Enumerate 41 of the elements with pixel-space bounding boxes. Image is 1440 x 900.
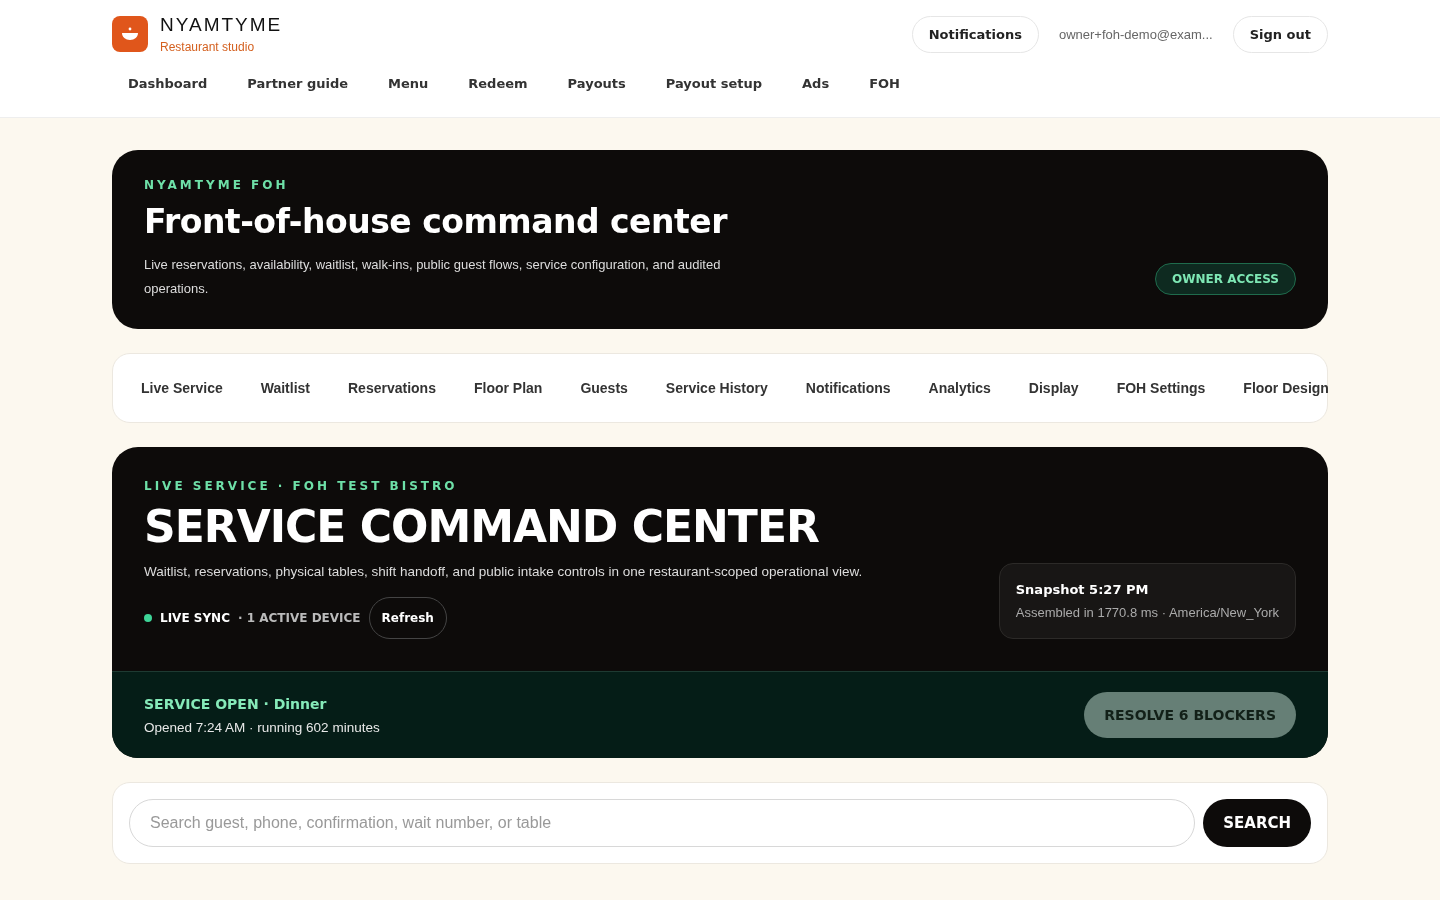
sync-label: LIVE SYNC — [160, 611, 230, 625]
foh-tab[interactable]: Floor Plan — [473, 380, 543, 396]
foh-tab[interactable]: Guests — [580, 380, 628, 396]
nav-link[interactable]: Menu — [388, 76, 429, 91]
live-eyebrow: LIVE SERVICE · FOH TEST BISTRO — [144, 479, 459, 493]
hero-title: Front-of-house command center — [144, 202, 729, 241]
foh-tab[interactable]: Display — [1028, 380, 1079, 396]
nav-link[interactable]: Payout setup — [665, 76, 763, 91]
live-title: SERVICE COMMAND CENTER — [144, 501, 820, 552]
brand-subtitle: Restaurant studio — [160, 40, 256, 54]
service-detail: Opened 7:24 AM · running 602 minutes — [144, 719, 380, 735]
foh-tab[interactable]: Analytics — [928, 380, 991, 396]
notifications-button[interactable]: Notifications — [911, 15, 1039, 53]
nav-link[interactable]: FOH — [869, 76, 900, 91]
live-description: Waitlist, reservations, physical tables, shift handoff, and public intake controls in one restaurant-scoped operational view. — [144, 564, 863, 579]
account-email: owner+foh-demo@exam... — [1058, 26, 1213, 42]
foh-tab[interactable]: Floor Design — [1243, 380, 1329, 396]
owner-access-badge: OWNER ACCESS — [1155, 263, 1296, 295]
active-device-count: · 1 ACTIVE DEVICE — [237, 611, 361, 625]
brand-name: NYAMTYME — [160, 14, 283, 36]
hero-eyebrow: NYAMTYME FOH — [144, 178, 290, 192]
foh-tab[interactable]: Live Service — [141, 380, 223, 396]
nav-link[interactable]: Partner guide — [247, 76, 349, 91]
foh-tab[interactable]: Service History — [665, 380, 768, 396]
service-status: SERVICE OPEN · Dinner — [144, 695, 328, 712]
nav-link[interactable]: Ads — [802, 76, 830, 91]
snapshot-title: Snapshot 5:27 PM — [1015, 582, 1150, 597]
foh-tab[interactable]: Waitlist — [260, 380, 310, 396]
foh-tab[interactable]: FOH Settings — [1116, 380, 1206, 396]
foh-tab[interactable]: Reservations — [348, 380, 436, 396]
nav-link[interactable]: Dashboard — [128, 76, 208, 91]
search-button[interactable]: SEARCH — [1203, 799, 1311, 847]
snapshot-detail: Assembled in 1770.8 ms · America/New_York — [1015, 605, 1279, 620]
nav-link[interactable]: Redeem — [468, 76, 528, 91]
foh-tab[interactable]: Notifications — [805, 380, 891, 396]
search-field[interactable]: Search guest, phone, confirmation, wait number, or table — [129, 799, 1196, 847]
resolve-blockers-button[interactable]: RESOLVE 6 BLOCKERS — [1084, 692, 1296, 738]
sign-out-button[interactable]: Sign out — [1232, 15, 1328, 53]
hero-description: Live reservations, availability, waitlist, walk-ins, public guest flows, service configuration, and audited operations. — [144, 256, 722, 298]
bowl-logo-icon — [112, 16, 148, 52]
nav-link[interactable]: Payouts — [567, 76, 626, 91]
